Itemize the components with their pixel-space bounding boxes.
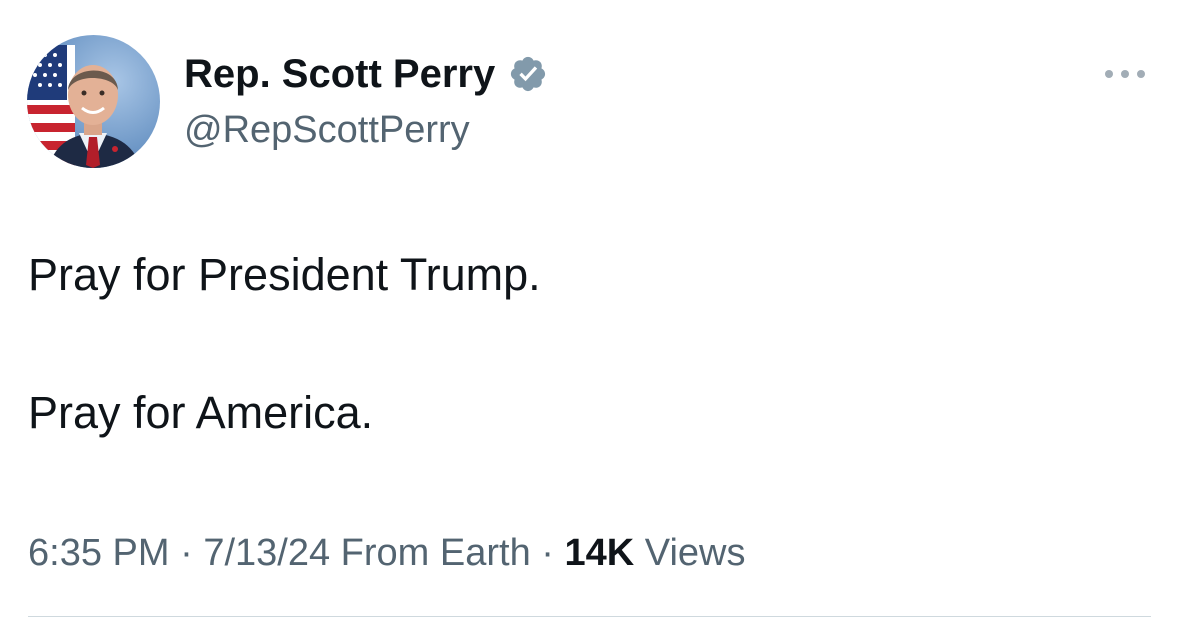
tweet-source: From Earth [340, 532, 531, 574]
author-handle[interactable]: @RepScottPerry [184, 108, 470, 152]
divider [28, 616, 1151, 617]
more-horizontal-icon [1105, 70, 1145, 78]
author-display-name[interactable]: Rep. Scott Perry [184, 50, 548, 98]
author-name-text: Rep. Scott Perry [184, 52, 496, 96]
more-options-button[interactable] [1100, 62, 1150, 86]
meta-separator: · [541, 532, 554, 574]
tweet-text-line: Pray for President Trump. [28, 249, 541, 300]
views-count[interactable]: 14K [565, 532, 635, 574]
views-label: Views [644, 532, 746, 574]
profile-photo-avatar-icon [27, 35, 160, 168]
avatar[interactable] [27, 35, 160, 168]
tweet-text-line: Pray for America. [28, 387, 374, 438]
tweet-time[interactable]: 6:35 PM [28, 532, 170, 574]
tweet-metadata: 6:35 PM · 7/13/24 From Earth · 14K Views [28, 530, 745, 576]
meta-separator: · [180, 532, 193, 574]
verified-badge-icon[interactable] [508, 54, 548, 94]
tweet-date[interactable]: 7/13/24 [203, 532, 330, 574]
